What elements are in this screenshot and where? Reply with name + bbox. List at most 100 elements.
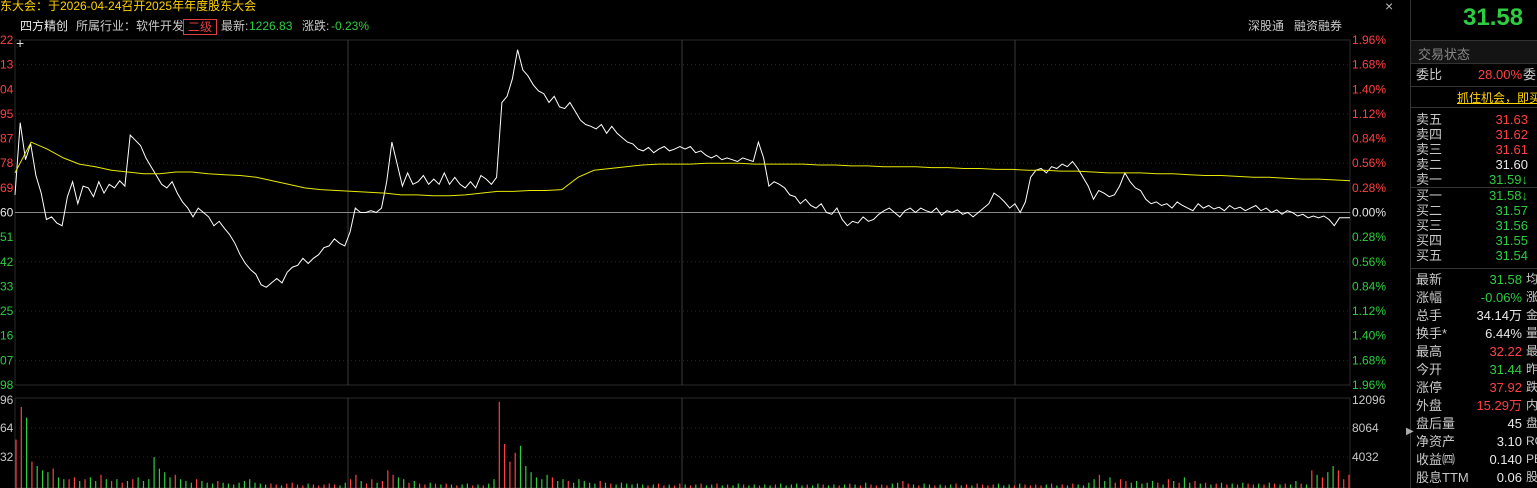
stock-name[interactable]: 四方精创 (20, 16, 68, 36)
intraday-chart[interactable]: 22 1.96%13 1.68%04 1.40%95 1.12%87 0.84%78 0.5… (0, 0, 1408, 488)
order-level-label: 买三 (1416, 218, 1443, 233)
ask-row[interactable]: 卖三 31.61 (1416, 142, 1528, 157)
bid-row[interactable]: 买三 31.56 (1416, 218, 1528, 233)
current-price: 31.58 (1463, 4, 1524, 31)
stat-row: 最高 32.22 最 (1416, 344, 1537, 359)
stat-label-cut: 股 (1526, 470, 1537, 484)
price-axis-tick: 98 (0, 378, 14, 392)
stat-label-cut: 内 (1526, 398, 1537, 412)
stat-value: 6.44% (1485, 326, 1522, 341)
order-price[interactable]: 31.59↓ (1489, 172, 1528, 187)
close-icon[interactable]: × (1385, 0, 1393, 14)
index-latest-label: 最新: (221, 19, 249, 33)
promo-link[interactable]: 抓住机会，即买 (1457, 89, 1537, 106)
industry-level-badge[interactable]: 二级 (183, 19, 218, 35)
order-level-label: 卖五 (1416, 112, 1443, 127)
ask-row[interactable]: 卖五 31.63 (1416, 112, 1528, 127)
order-price[interactable]: 31.55 (1495, 233, 1528, 248)
sgt-link[interactable]: 深股通 (1248, 16, 1284, 36)
stat-row: 收益㈣ 0.140 PE (1416, 452, 1537, 467)
order-level-label: 买五 (1416, 248, 1443, 263)
order-price[interactable]: 31.62 (1495, 127, 1528, 142)
order-price[interactable]: 31.56 (1495, 218, 1528, 233)
order-level-label: 买二 (1416, 203, 1443, 218)
percent-axis-tick: 1.40% (1352, 329, 1386, 343)
stat-label: 涨停 (1416, 380, 1443, 395)
stat-row: 最新 31.58 均 (1416, 272, 1537, 287)
ask-row[interactable]: 卖一 31.59↓ (1416, 172, 1528, 187)
ask-row[interactable]: 卖四 31.62 (1416, 127, 1528, 142)
index-latest-value: 1226.83 (249, 19, 293, 33)
price-axis-tick: 95 (0, 107, 14, 121)
percent-axis-tick: 0.84% (1352, 132, 1386, 146)
order-price[interactable]: 31.61 (1495, 142, 1528, 157)
stat-row: 涨幅 -0.06% 涨 (1416, 290, 1537, 305)
order-price[interactable]: 31.58↓ (1489, 188, 1528, 203)
stat-row: 净资产 3.10 RO (1416, 434, 1537, 449)
price-axis-tick: 25 (0, 304, 14, 318)
price-axis-tick: 07 (0, 353, 14, 367)
stat-value: 31.44 (1489, 362, 1522, 377)
quote-panel: 31.58 交易状态 委比 28.00% 委 抓住机会，即买 卖五 31.63 卖四… (1410, 0, 1537, 488)
stat-label: 盘后量 (1416, 416, 1456, 431)
stat-label-cut: 盘 (1526, 416, 1537, 430)
industry-label[interactable]: 所属行业：软件开发 (76, 16, 184, 36)
order-price[interactable]: 31.54 (1495, 248, 1528, 263)
order-price[interactable]: 31.63 (1495, 112, 1528, 127)
trade-status-bar: 交易状态 (1411, 40, 1537, 64)
order-level-label: 买一 (1416, 188, 1443, 203)
order-level-label: 卖一 (1416, 172, 1443, 187)
ask-row[interactable]: 卖二 31.60 (1416, 157, 1528, 172)
stat-label: 今开 (1416, 362, 1443, 377)
announcement-banner[interactable]: 东大会：于2026-04-24召开2025年年度股东大会 (0, 0, 1390, 13)
stat-label-cut: 均 (1526, 272, 1537, 286)
stock-info-bar: 四方精创 所属行业：软件开发 二级 最新: 1226.83 涨跌: -0.23%… (0, 16, 1405, 36)
bid-row[interactable]: 买一 31.58↓ (1416, 188, 1528, 203)
order-level-label: 卖二 (1416, 157, 1443, 172)
percent-axis-tick: 0.28% (1352, 230, 1386, 244)
order-price[interactable]: 31.57 (1495, 203, 1528, 218)
stat-row: 外盘 15.29万内 (1416, 398, 1537, 413)
order-price[interactable]: 31.60 (1495, 157, 1528, 172)
order-level-label: 卖四 (1416, 127, 1443, 142)
stat-label-cut: 量 (1526, 326, 1537, 340)
weidiff-label-cut: 委 (1523, 67, 1537, 82)
price-axis-tick: 69 (0, 181, 14, 195)
price-axis-tick: 33 (0, 279, 14, 293)
percent-axis-tick: 1.96% (1352, 378, 1386, 392)
stat-label: 换手* (1416, 326, 1448, 341)
percent-axis-tick: 0.84% (1352, 279, 1386, 293)
percent-axis-tick: 0.28% (1352, 181, 1386, 195)
collapse-handle-icon[interactable]: ▶ (1406, 426, 1414, 444)
percent-axis-tick: 1.12% (1352, 107, 1386, 121)
order-level-label: 买四 (1416, 233, 1443, 248)
stat-label-cut: RO (1526, 434, 1537, 448)
volume-axis-tick: 64 (0, 421, 14, 435)
promo-row[interactable]: 抓住机会，即买 (1411, 86, 1537, 108)
bid-row[interactable]: 买五 31.54 (1416, 248, 1528, 263)
percent-axis-tick: 1.40% (1352, 82, 1386, 96)
crosshair-icon[interactable]: + (16, 36, 24, 50)
bid-row[interactable]: 买四 31.55 (1416, 233, 1528, 248)
volume-axis-tick: 96 (0, 393, 14, 407)
stats-table: 最新 31.58 均涨幅 -0.06% 涨总手 34.14万金换手* 6.44% 量最高 32.… (1411, 268, 1537, 488)
price-axis-tick: 60 (0, 206, 14, 220)
percent-axis-tick: 0.56% (1352, 255, 1386, 269)
stat-label: 股息TTM (1416, 470, 1469, 485)
stat-row: 总手 34.14万金 (1416, 308, 1537, 323)
stat-value: 3.10 (1496, 434, 1522, 449)
stat-label: 最新 (1416, 272, 1443, 287)
stat-value: 0.06 (1496, 470, 1522, 485)
volume-axis-tick-right: 12096 (1352, 393, 1386, 407)
bid-row[interactable]: 买二 31.57 (1416, 203, 1528, 218)
stat-row: 今开 31.44 昨 (1416, 362, 1537, 377)
stat-value: 34.14万 (1476, 308, 1522, 323)
stat-label-cut: 金 (1526, 308, 1537, 322)
percent-axis-tick: 1.68% (1352, 353, 1386, 367)
stat-label-cut: PE (1526, 452, 1537, 466)
percent-axis-tick: 0.56% (1352, 156, 1386, 170)
trade-status-label: 交易状态 (1418, 47, 1471, 62)
stat-value: 31.58 (1489, 272, 1522, 287)
margin-trading-link[interactable]: 融资融券 (1294, 16, 1342, 36)
volume-axis-tick-right: 4032 (1352, 450, 1379, 464)
